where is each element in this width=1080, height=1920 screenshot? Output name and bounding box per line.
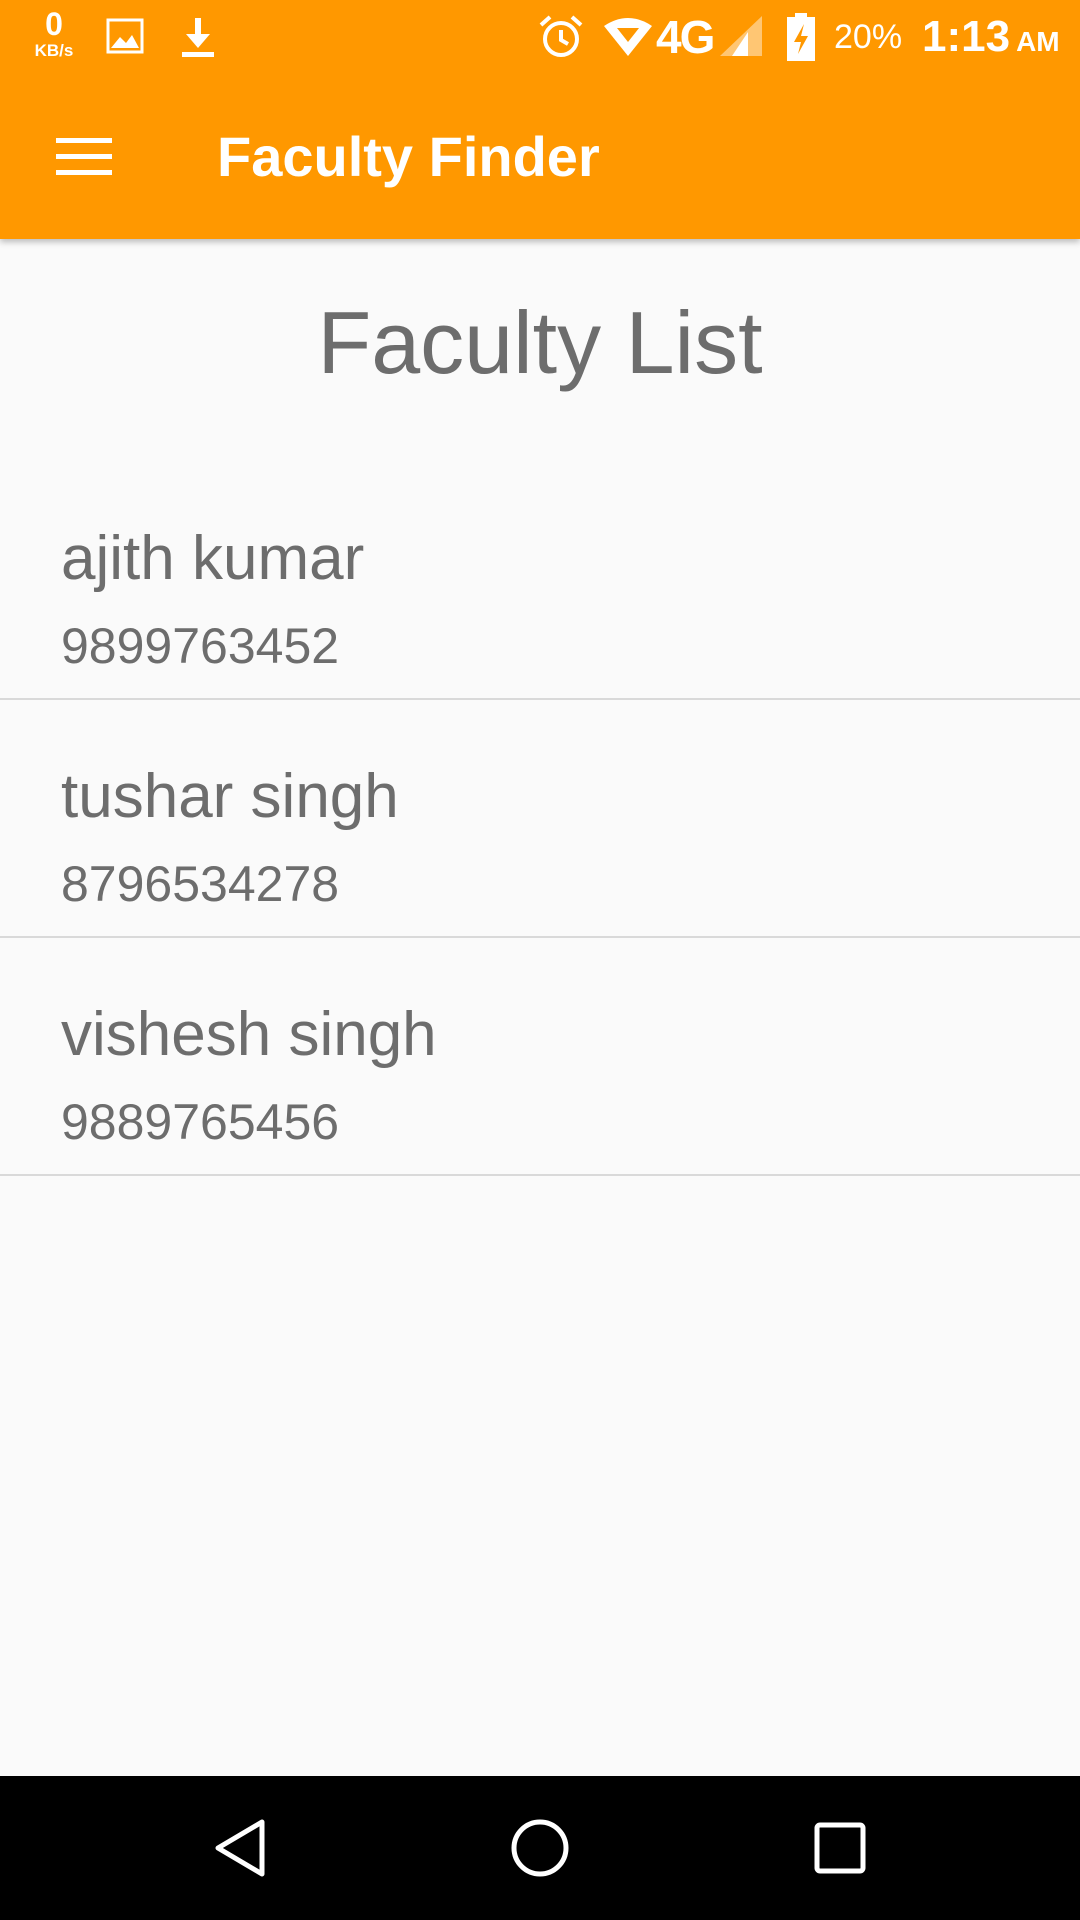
recents-icon [814, 1822, 866, 1874]
recents-button[interactable] [800, 1808, 880, 1888]
net-speed-indicator: 0 KB/s [26, 8, 82, 59]
clock-ampm: AM [1016, 26, 1060, 57]
signal-icon [718, 14, 764, 63]
navigation-drawer-button[interactable] [40, 116, 128, 196]
faculty-list-item[interactable]: ajith kumar 9899763452 [0, 462, 1080, 700]
faculty-list: ajith kumar 9899763452 tushar singh 8796… [0, 462, 1080, 1176]
battery-percent: 20% [834, 18, 903, 56]
back-button[interactable] [200, 1808, 280, 1888]
hamburger-menu-icon [56, 138, 112, 175]
clock: 1:13 AM [922, 12, 1060, 62]
toolbar: Faculty Finder [0, 76, 1080, 239]
faculty-list-item[interactable]: tushar singh 8796534278 [0, 700, 1080, 938]
home-icon [511, 1819, 569, 1877]
app-bar: 0 KB/s 4G 20% 1:13 AM Faculty Finder [0, 0, 1080, 239]
faculty-list-item[interactable]: vishesh singh 9889765456 [0, 938, 1080, 1176]
app-title: Faculty Finder [217, 125, 600, 188]
alarm-icon [538, 14, 584, 65]
net-speed-unit: KB/s [34, 41, 74, 60]
download-icon [180, 16, 216, 63]
clock-time: 1:13 [922, 12, 1011, 61]
back-icon [215, 1819, 265, 1877]
home-button[interactable] [500, 1808, 580, 1888]
faculty-name: ajith kumar [61, 524, 365, 593]
app-screen: 0 KB/s 4G 20% 1:13 AM Faculty Finder Fac… [0, 0, 1080, 1920]
faculty-phone: 8796534278 [61, 856, 340, 912]
wifi-icon [602, 16, 654, 63]
battery-charging-icon [786, 12, 816, 67]
faculty-name: tushar singh [61, 762, 399, 831]
page-title: Faculty List [317, 293, 763, 392]
system-navigation-bar [0, 1776, 1080, 1920]
network-type: 4G [656, 11, 715, 63]
image-icon [106, 18, 144, 59]
status-bar: 0 KB/s 4G 20% 1:13 AM [0, 0, 1080, 76]
faculty-name: vishesh singh [61, 1000, 437, 1069]
net-speed-value: 0 [45, 6, 63, 42]
faculty-phone: 9889765456 [61, 1094, 340, 1150]
faculty-phone: 9899763452 [61, 618, 340, 674]
